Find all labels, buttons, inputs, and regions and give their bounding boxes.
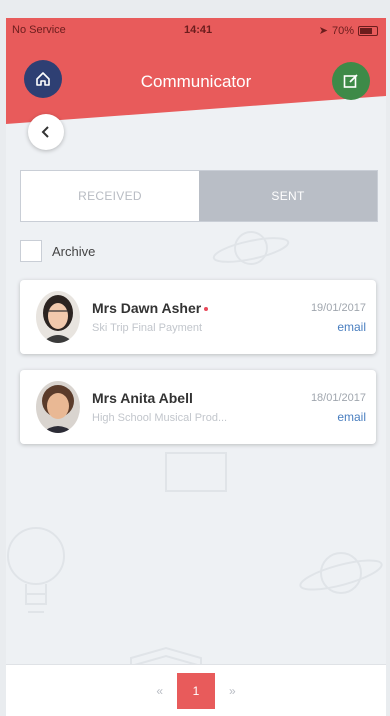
- lightbulb-doodle-icon: [7, 527, 65, 613]
- clock-text: 14:41: [184, 24, 213, 36]
- archive-checkbox[interactable]: [20, 240, 42, 262]
- current-page-button[interactable]: 1: [177, 673, 215, 709]
- tab-received[interactable]: RECEIVED: [21, 171, 199, 221]
- planet-doodle-icon: [299, 552, 383, 594]
- app-header: No Service 14:41 ➤ 70% Communicator: [6, 18, 386, 134]
- unread-indicator: [204, 307, 209, 312]
- location-icon: ➤: [318, 25, 328, 37]
- planet-doodle-icon: [212, 231, 290, 265]
- carrier-text: No Service: [12, 24, 66, 36]
- back-button[interactable]: [28, 114, 64, 150]
- message-date: 18/01/2017: [310, 392, 366, 404]
- chevron-left-icon: [41, 126, 49, 138]
- message-subject: Ski Trip Final Payment: [92, 322, 203, 334]
- avatar: [36, 291, 80, 343]
- message-tabs: RECEIVED SENT: [20, 170, 378, 222]
- battery-percent: 70%: [331, 24, 354, 37]
- archive-label: Archive: [52, 243, 96, 259]
- prev-page-button[interactable]: «: [156, 684, 163, 698]
- battery-icon: [358, 25, 378, 36]
- message-type-link[interactable]: email: [337, 320, 366, 334]
- next-page-button[interactable]: »: [229, 684, 236, 698]
- message-type-link[interactable]: email: [337, 410, 366, 424]
- book-doodle-icon: [130, 646, 202, 668]
- message-date: 19/01/2017: [310, 302, 366, 314]
- phone-screen: No Service 14:41 ➤ 70% Communicator RECE…: [6, 18, 386, 716]
- sender-name: Mrs Anita Abell: [92, 390, 193, 406]
- message-card[interactable]: Mrs Anita Abell High School Musical Prod…: [20, 370, 376, 444]
- sender-name: Mrs Dawn Asher: [92, 300, 209, 316]
- status-bar: No Service 14:41 ➤ 70%: [6, 22, 386, 42]
- compose-button[interactable]: [332, 62, 370, 100]
- frame-doodle-icon: [165, 452, 227, 492]
- compose-icon: [343, 74, 358, 88]
- message-subject: High School Musical Prod...: [92, 412, 228, 424]
- avatar: [36, 381, 80, 433]
- screenshot-frame: No Service 14:41 ➤ 70% Communicator RECE…: [0, 0, 390, 716]
- archive-toggle[interactable]: Archive: [20, 240, 95, 262]
- page-title: Communicator: [140, 72, 252, 91]
- tab-sent[interactable]: SENT: [199, 171, 377, 221]
- message-card[interactable]: Mrs Dawn Asher Ski Trip Final Payment 19…: [20, 280, 376, 354]
- status-right: ➤ 70%: [319, 24, 378, 37]
- pagination-bar: « 1 »: [6, 664, 386, 716]
- pagination: « 1 »: [6, 665, 386, 716]
